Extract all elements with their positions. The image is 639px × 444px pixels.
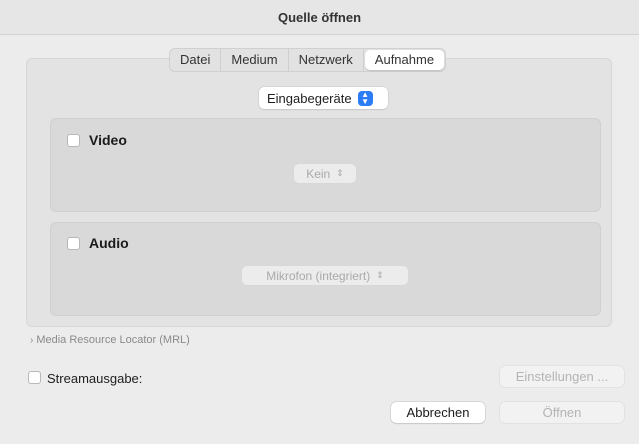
- source-select[interactable]: Eingabegeräte ▲ ▼: [259, 87, 388, 109]
- video-device-select[interactable]: Kein ⇕: [294, 164, 356, 183]
- open-button[interactable]: Öffnen: [500, 402, 624, 423]
- window-title: Quelle öffnen: [277, 9, 362, 25]
- tab-aufnahme[interactable]: Aufnahme: [364, 50, 445, 70]
- mrl-label: Media Resource Locator (MRL): [36, 334, 190, 346]
- tab-netzwerk[interactable]: Netzwerk: [289, 49, 364, 71]
- video-device-value: Kein: [306, 166, 331, 181]
- settings-button[interactable]: Einstellungen ...: [500, 366, 624, 387]
- chevron-right-icon: ›: [30, 334, 34, 346]
- source-select-value: Eingabegeräte: [267, 90, 352, 106]
- cancel-button[interactable]: Abbrechen: [391, 402, 485, 423]
- audio-label: Audio: [89, 235, 129, 251]
- audio-device-select[interactable]: Mikrofon (integriert) ⇕: [242, 266, 408, 285]
- tab-datei[interactable]: Datei: [170, 49, 222, 71]
- tab-bar: Datei Medium Netzwerk Aufnahme: [169, 48, 447, 72]
- video-checkbox[interactable]: [67, 134, 80, 147]
- audio-device-value: Mikrofon (integriert): [266, 268, 371, 283]
- tab-medium[interactable]: Medium: [221, 49, 289, 71]
- updown-chevron-icon: ⇕: [376, 270, 384, 280]
- audio-checkbox[interactable]: [67, 237, 80, 250]
- video-label: Video: [89, 132, 127, 148]
- mrl-disclosure[interactable]: › Media Resource Locator (MRL): [30, 334, 190, 346]
- stream-label: Streamausgabe:: [47, 371, 143, 386]
- updown-chevron-icon: ⇕: [336, 168, 344, 178]
- title-bar: Quelle öffnen: [0, 0, 639, 35]
- updown-chevron-icon: ▲ ▼: [357, 90, 373, 106]
- stream-checkbox[interactable]: [28, 371, 41, 384]
